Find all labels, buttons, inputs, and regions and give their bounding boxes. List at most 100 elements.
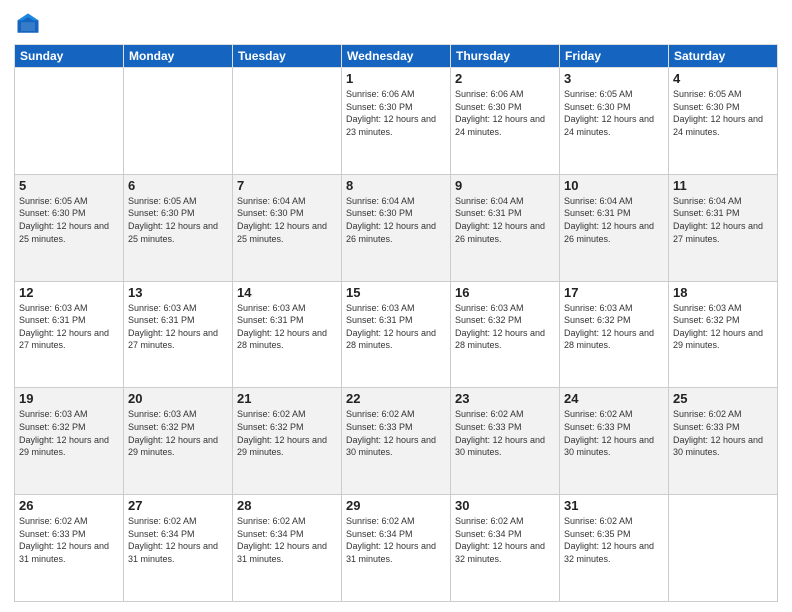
calendar-cell: 2 Sunrise: 6:06 AM Sunset: 6:30 PM Daylig… <box>451 68 560 175</box>
cell-info: Sunrise: 6:03 AM Sunset: 6:32 PM Dayligh… <box>673 302 773 352</box>
cell-info: Sunrise: 6:06 AM Sunset: 6:30 PM Dayligh… <box>455 88 555 138</box>
day-number: 3 <box>564 71 664 86</box>
day-number: 12 <box>19 285 119 300</box>
calendar-cell: 11 Sunrise: 6:04 AM Sunset: 6:31 PM Dayli… <box>669 174 778 281</box>
weekday-friday: Friday <box>560 45 669 68</box>
cell-info: Sunrise: 6:02 AM Sunset: 6:34 PM Dayligh… <box>237 515 337 565</box>
cell-info: Sunrise: 6:02 AM Sunset: 6:34 PM Dayligh… <box>455 515 555 565</box>
day-number: 14 <box>237 285 337 300</box>
cell-info: Sunrise: 6:04 AM Sunset: 6:31 PM Dayligh… <box>455 195 555 245</box>
calendar-cell: 27Sunrise: 6:02 AM Sunset: 6:34 PM Dayli… <box>124 495 233 602</box>
week-row-0: 1Sunrise: 6:06 AM Sunset: 6:30 PM Daylig… <box>15 68 778 175</box>
day-number: 19 <box>19 391 119 406</box>
weekday-tuesday: Tuesday <box>233 45 342 68</box>
calendar-cell: 7 Sunrise: 6:04 AM Sunset: 6:30 PM Daylig… <box>233 174 342 281</box>
day-number: 25 <box>673 391 773 406</box>
day-number: 20 <box>128 391 228 406</box>
day-number: 11 <box>673 178 773 193</box>
day-number: 5 <box>19 178 119 193</box>
day-number: 8 <box>346 178 446 193</box>
cell-info: Sunrise: 6:04 AM Sunset: 6:30 PM Dayligh… <box>237 195 337 245</box>
calendar-cell: 8 Sunrise: 6:04 AM Sunset: 6:30 PM Daylig… <box>342 174 451 281</box>
weekday-saturday: Saturday <box>669 45 778 68</box>
cell-info: Sunrise: 6:05 AM Sunset: 6:30 PM Dayligh… <box>19 195 119 245</box>
cell-info: Sunrise: 6:02 AM Sunset: 6:35 PM Dayligh… <box>564 515 664 565</box>
calendar-cell: 25Sunrise: 6:02 AM Sunset: 6:33 PM Dayli… <box>669 388 778 495</box>
calendar-cell: 5 Sunrise: 6:05 AM Sunset: 6:30 PM Daylig… <box>15 174 124 281</box>
calendar-cell: 20Sunrise: 6:03 AM Sunset: 6:32 PM Dayli… <box>124 388 233 495</box>
cell-info: Sunrise: 6:03 AM Sunset: 6:31 PM Dayligh… <box>237 302 337 352</box>
day-number: 4 <box>673 71 773 86</box>
weekday-header-row: SundayMondayTuesdayWednesdayThursdayFrid… <box>15 45 778 68</box>
weekday-thursday: Thursday <box>451 45 560 68</box>
calendar-cell: 22Sunrise: 6:02 AM Sunset: 6:33 PM Dayli… <box>342 388 451 495</box>
day-number: 13 <box>128 285 228 300</box>
weekday-sunday: Sunday <box>15 45 124 68</box>
day-number: 18 <box>673 285 773 300</box>
calendar-cell: 28 Sunrise: 6:02 AM Sunset: 6:34 PM Dayli… <box>233 495 342 602</box>
logo <box>14 10 46 38</box>
day-number: 10 <box>564 178 664 193</box>
calendar-cell: 10 Sunrise: 6:04 AM Sunset: 6:31 PM Dayli… <box>560 174 669 281</box>
day-number: 30 <box>455 498 555 513</box>
day-number: 6 <box>128 178 228 193</box>
logo-icon <box>14 10 42 38</box>
day-number: 31 <box>564 498 664 513</box>
calendar-cell: 1Sunrise: 6:06 AM Sunset: 6:30 PM Daylig… <box>342 68 451 175</box>
header <box>14 10 778 38</box>
calendar-cell: 19Sunrise: 6:03 AM Sunset: 6:32 PM Dayli… <box>15 388 124 495</box>
calendar-cell: 12 Sunrise: 6:03 AM Sunset: 6:31 PM Dayli… <box>15 281 124 388</box>
cell-info: Sunrise: 6:05 AM Sunset: 6:30 PM Dayligh… <box>564 88 664 138</box>
calendar-cell: 4 Sunrise: 6:05 AM Sunset: 6:30 PM Daylig… <box>669 68 778 175</box>
page: SundayMondayTuesdayWednesdayThursdayFrid… <box>0 0 792 612</box>
cell-info: Sunrise: 6:03 AM Sunset: 6:32 PM Dayligh… <box>564 302 664 352</box>
week-row-2: 12 Sunrise: 6:03 AM Sunset: 6:31 PM Dayli… <box>15 281 778 388</box>
calendar-cell <box>233 68 342 175</box>
cell-info: Sunrise: 6:02 AM Sunset: 6:32 PM Dayligh… <box>237 408 337 458</box>
cell-info: Sunrise: 6:04 AM Sunset: 6:30 PM Dayligh… <box>346 195 446 245</box>
calendar-cell: 17 Sunrise: 6:03 AM Sunset: 6:32 PM Dayli… <box>560 281 669 388</box>
day-number: 24 <box>564 391 664 406</box>
day-number: 15 <box>346 285 446 300</box>
week-row-3: 19Sunrise: 6:03 AM Sunset: 6:32 PM Dayli… <box>15 388 778 495</box>
calendar-cell: 29Sunrise: 6:02 AM Sunset: 6:34 PM Dayli… <box>342 495 451 602</box>
cell-info: Sunrise: 6:05 AM Sunset: 6:30 PM Dayligh… <box>128 195 228 245</box>
calendar-cell: 6 Sunrise: 6:05 AM Sunset: 6:30 PM Daylig… <box>124 174 233 281</box>
day-number: 2 <box>455 71 555 86</box>
cell-info: Sunrise: 6:02 AM Sunset: 6:33 PM Dayligh… <box>19 515 119 565</box>
calendar-cell: 3 Sunrise: 6:05 AM Sunset: 6:30 PM Daylig… <box>560 68 669 175</box>
day-number: 28 <box>237 498 337 513</box>
day-number: 26 <box>19 498 119 513</box>
cell-info: Sunrise: 6:05 AM Sunset: 6:30 PM Dayligh… <box>673 88 773 138</box>
calendar-cell: 15Sunrise: 6:03 AM Sunset: 6:31 PM Dayli… <box>342 281 451 388</box>
cell-info: Sunrise: 6:02 AM Sunset: 6:33 PM Dayligh… <box>564 408 664 458</box>
calendar-cell: 14 Sunrise: 6:03 AM Sunset: 6:31 PM Dayli… <box>233 281 342 388</box>
day-number: 16 <box>455 285 555 300</box>
cell-info: Sunrise: 6:03 AM Sunset: 6:31 PM Dayligh… <box>128 302 228 352</box>
weekday-monday: Monday <box>124 45 233 68</box>
day-number: 22 <box>346 391 446 406</box>
day-number: 9 <box>455 178 555 193</box>
calendar-cell: 31 Sunrise: 6:02 AM Sunset: 6:35 PM Dayli… <box>560 495 669 602</box>
week-row-1: 5 Sunrise: 6:05 AM Sunset: 6:30 PM Daylig… <box>15 174 778 281</box>
calendar-cell: 26 Sunrise: 6:02 AM Sunset: 6:33 PM Dayli… <box>15 495 124 602</box>
calendar-cell: 23Sunrise: 6:02 AM Sunset: 6:33 PM Dayli… <box>451 388 560 495</box>
day-number: 23 <box>455 391 555 406</box>
calendar-cell: 30 Sunrise: 6:02 AM Sunset: 6:34 PM Dayli… <box>451 495 560 602</box>
calendar-cell: 16Sunrise: 6:03 AM Sunset: 6:32 PM Dayli… <box>451 281 560 388</box>
cell-info: Sunrise: 6:06 AM Sunset: 6:30 PM Dayligh… <box>346 88 446 138</box>
calendar-table: SundayMondayTuesdayWednesdayThursdayFrid… <box>14 44 778 602</box>
day-number: 7 <box>237 178 337 193</box>
day-number: 27 <box>128 498 228 513</box>
cell-info: Sunrise: 6:03 AM Sunset: 6:31 PM Dayligh… <box>19 302 119 352</box>
cell-info: Sunrise: 6:04 AM Sunset: 6:31 PM Dayligh… <box>673 195 773 245</box>
calendar-cell: 13 Sunrise: 6:03 AM Sunset: 6:31 PM Dayli… <box>124 281 233 388</box>
week-row-4: 26 Sunrise: 6:02 AM Sunset: 6:33 PM Dayli… <box>15 495 778 602</box>
cell-info: Sunrise: 6:04 AM Sunset: 6:31 PM Dayligh… <box>564 195 664 245</box>
calendar-cell <box>124 68 233 175</box>
calendar-cell <box>15 68 124 175</box>
cell-info: Sunrise: 6:02 AM Sunset: 6:34 PM Dayligh… <box>346 515 446 565</box>
day-number: 17 <box>564 285 664 300</box>
calendar-cell: 9 Sunrise: 6:04 AM Sunset: 6:31 PM Daylig… <box>451 174 560 281</box>
calendar-cell: 21Sunrise: 6:02 AM Sunset: 6:32 PM Dayli… <box>233 388 342 495</box>
